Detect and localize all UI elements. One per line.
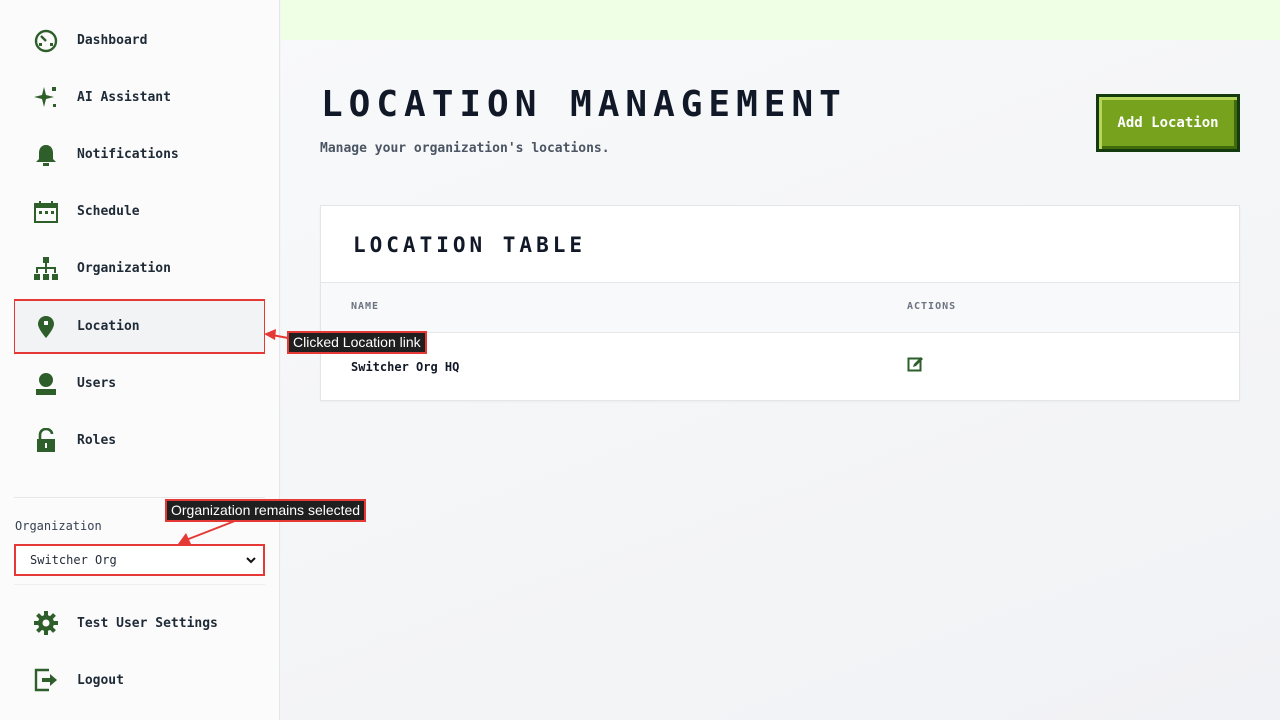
column-header-name: NAME [351,301,380,312]
organization-select[interactable]: Switcher Org [14,544,265,576]
briefcase-icon [32,484,60,493]
main-content: LOCATION MANAGEMENT Manage your organiza… [281,0,1280,720]
calendar-icon [32,198,60,226]
location-table-card: LOCATION TABLE NAME ACTIONS Switcher Org… [320,205,1240,401]
sparkle-icon [32,84,60,112]
sidebar-item-schedule[interactable]: Schedule [14,185,265,238]
sidebar-item-label: Organization [77,261,171,276]
sidebar-item-label: Notifications [77,147,179,162]
table-header: NAME ACTIONS [321,282,1239,333]
sidebar-item-roles[interactable]: Roles [14,414,265,467]
column-header-actions: ACTIONS [907,301,957,312]
page-subtitle: Manage your organization's locations. [320,141,610,156]
location-name-cell: Switcher Org HQ [351,360,460,374]
org-chart-icon [32,255,60,283]
sidebar-divider [14,497,265,498]
sidebar-item-more[interactable] [14,471,265,492]
lock-icon [32,427,60,455]
sidebar-divider [14,584,265,585]
sidebar-item-location[interactable]: Location [14,299,265,354]
edit-icon[interactable] [907,355,927,375]
map-pin-icon [32,313,60,341]
sidebar-item-organization[interactable]: Organization [14,242,265,295]
test-user-settings-link[interactable]: Test User Settings [14,598,265,648]
sidebar-item-label: Dashboard [77,33,148,48]
sidebar-nav: Dashboard AI Assistant Notifications Sch… [14,14,265,492]
logout-label: Logout [77,672,124,688]
logout-icon [32,666,60,694]
user-icon [32,370,60,398]
organization-label: Organization [15,519,102,533]
sidebar-item-label: Roles [77,433,117,448]
organization-select-value: Switcher Org [30,553,117,567]
top-banner [281,0,1280,40]
sidebar-item-ai-assistant[interactable]: AI Assistant [14,71,265,124]
table-title: LOCATION TABLE [353,233,587,257]
annotation-location: Clicked Location link [287,331,427,354]
chevron-down-icon [245,554,257,569]
sidebar: Dashboard AI Assistant Notifications Sch… [0,0,280,720]
table-row: Switcher Org HQ [321,334,1239,401]
sidebar-item-notifications[interactable]: Notifications [14,128,265,181]
sidebar-item-users[interactable]: Users [14,357,265,410]
sidebar-item-label: Location [77,319,140,334]
sidebar-item-label: Schedule [77,204,140,219]
test-user-settings-label: Test User Settings [77,615,218,631]
sidebar-item-dashboard[interactable]: Dashboard [14,14,265,67]
add-location-button[interactable]: Add Location [1096,94,1240,152]
page-title: LOCATION MANAGEMENT [321,84,847,125]
logout-link[interactable]: Logout [14,655,265,705]
sidebar-item-label: Users [77,376,117,391]
bell-icon [32,141,60,169]
gear-icon [32,609,60,637]
sidebar-item-label: AI Assistant [77,90,171,105]
dashboard-icon [32,27,60,55]
annotation-organization: Organization remains selected [165,499,367,522]
